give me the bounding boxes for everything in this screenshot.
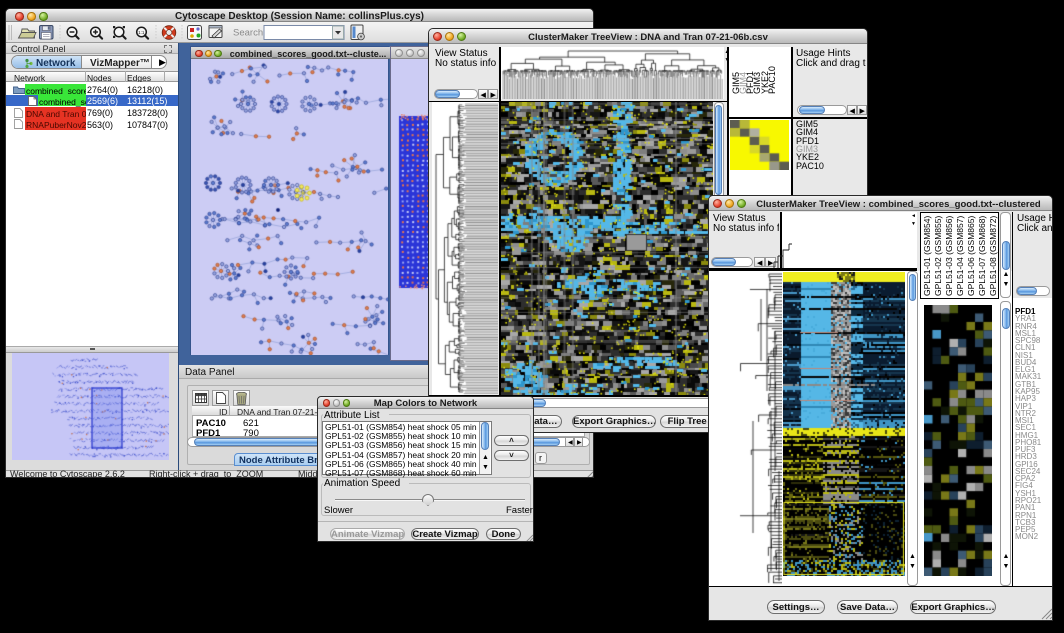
svg-text:1:1: 1:1 xyxy=(138,30,145,35)
svg-text:Search:: Search: xyxy=(233,28,266,39)
